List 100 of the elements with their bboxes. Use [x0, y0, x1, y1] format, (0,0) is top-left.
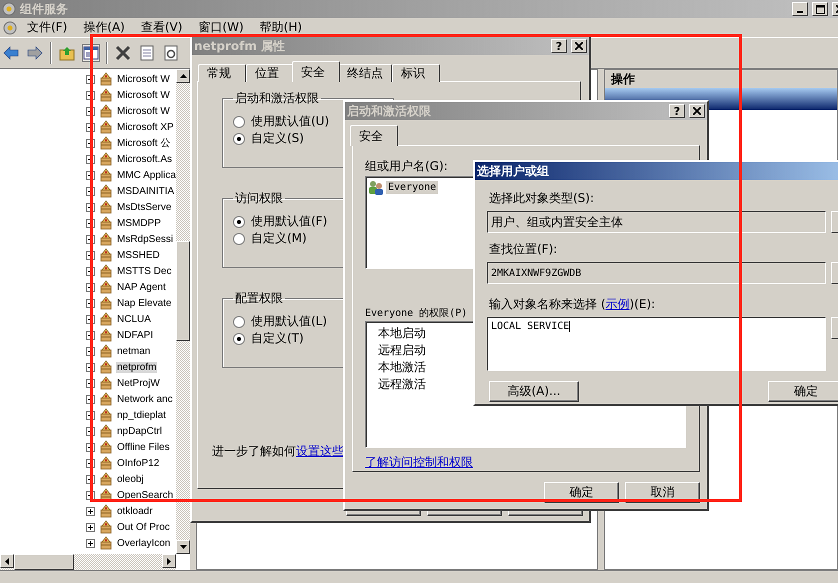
package-icon: [99, 392, 113, 406]
tree-item[interactable]: np_tdieplat: [116, 410, 167, 420]
tree-item[interactable]: netman: [116, 346, 152, 356]
tree-item[interactable]: NetProjW: [116, 378, 161, 388]
tree-item[interactable]: Nap Elevate: [116, 298, 172, 308]
tree-item[interactable]: Offline Files: [116, 442, 171, 452]
expand-icon[interactable]: [86, 538, 95, 548]
menu-item[interactable]: 窗口(W): [191, 19, 251, 36]
tree-item[interactable]: MSSHED: [116, 250, 161, 260]
tree-item[interactable]: NDFAPI: [116, 330, 154, 340]
package-icon: [99, 104, 113, 118]
tab[interactable]: 安全: [292, 61, 340, 82]
package-icon: [99, 152, 113, 166]
tree-item[interactable]: oleobj: [116, 474, 145, 484]
tree-item[interactable]: MSMDPP: [116, 218, 162, 228]
package-icon: [99, 248, 113, 262]
help-button[interactable]: ?: [551, 39, 567, 53]
field-label: 选择此对象类型(S):: [489, 190, 596, 207]
tree-item[interactable]: Out Of Proc: [116, 522, 171, 532]
menu-item[interactable]: 帮助(H): [252, 19, 310, 36]
tree-item[interactable]: MSTTS Dec: [116, 266, 172, 276]
radio-button[interactable]: [233, 316, 245, 328]
tree-item[interactable]: NAP Agent: [116, 282, 167, 292]
tree-item[interactable]: Microsoft W: [116, 106, 171, 116]
menu-item[interactable]: 操作(A): [76, 19, 132, 36]
forward-button[interactable]: [26, 44, 44, 62]
tree-item[interactable]: otkloadr: [116, 506, 154, 516]
tab[interactable]: 安全: [350, 125, 398, 146]
properties-button[interactable]: [138, 44, 156, 62]
object-names-field[interactable]: LOCAL SERVICE: [487, 317, 826, 371]
tree-item[interactable]: MsDtsServe: [116, 202, 172, 212]
tree-item[interactable]: Microsoft W: [116, 74, 171, 84]
tree-item[interactable]: OpenSearch: [116, 490, 174, 500]
radio-button[interactable]: [233, 232, 245, 244]
back-button[interactable]: [2, 44, 20, 62]
vertical-scrollbar[interactable]: [176, 69, 190, 554]
radio-button[interactable]: [233, 132, 245, 144]
tab[interactable]: 常规: [198, 64, 246, 82]
scroll-thumb[interactable]: [176, 241, 190, 341]
package-icon: [99, 88, 113, 102]
up-folder-button[interactable]: [58, 44, 76, 62]
package-icon: [99, 120, 113, 134]
close-button[interactable]: [689, 104, 705, 118]
package-icon: [99, 296, 113, 310]
expand-icon[interactable]: [86, 522, 95, 532]
tree-item[interactable]: MSDAINITIA: [116, 186, 176, 196]
window-title: 组件服务: [20, 0, 69, 18]
package-icon: [99, 408, 113, 422]
field-label: 查找位置(F):: [489, 241, 558, 258]
package-icon: [99, 424, 113, 438]
tab[interactable]: 位置: [246, 64, 294, 82]
group-title: 配置权限: [234, 290, 284, 307]
menu-item[interactable]: 文件(F): [20, 19, 74, 36]
radio-button[interactable]: [233, 116, 245, 128]
tree-item[interactable]: Network anc: [116, 394, 174, 404]
permission-name: 本地激活: [377, 359, 426, 376]
tree-item[interactable]: npDapCtrl: [116, 426, 164, 436]
package-icon: [99, 264, 113, 278]
ok-button[interactable]: 确定: [768, 381, 838, 402]
menu-item[interactable]: 查看(V): [134, 19, 190, 36]
tree-item[interactable]: Microsoft.As: [116, 154, 174, 164]
tree-item[interactable]: MsRdpSessi: [116, 234, 174, 244]
dialog-title: 选择用户或组: [477, 162, 550, 180]
delete-button[interactable]: [114, 44, 132, 62]
radio-button[interactable]: [233, 332, 245, 344]
package-icon: [99, 312, 113, 326]
access-control-link[interactable]: 了解访问控制和权限: [365, 455, 473, 469]
tree-item[interactable]: Microsoft W: [116, 90, 171, 100]
expand-icon[interactable]: [86, 506, 95, 516]
package-icon: [99, 344, 113, 358]
help-button[interactable]: ?: [669, 104, 685, 118]
package-icon: [99, 184, 113, 198]
tree-item[interactable]: MMC Applica: [116, 170, 176, 180]
horizontal-scrollbar[interactable]: [0, 554, 176, 570]
minimize-button[interactable]: [792, 2, 808, 16]
maximize-button[interactable]: [812, 2, 828, 16]
examples-link[interactable]: 示例: [606, 297, 630, 311]
list-item[interactable]: Everyone: [386, 180, 438, 194]
radio-button[interactable]: [233, 216, 245, 228]
scroll-thumb[interactable]: [14, 554, 74, 570]
object-type-field: 用户、组或内置安全主体: [487, 211, 826, 233]
advanced-button[interactable]: 高级(A)...: [489, 381, 579, 402]
field-label: Everyone 的权限(P): [365, 306, 468, 320]
tree-item[interactable]: OInfoP12: [116, 458, 160, 468]
radio-label: 自定义(M): [251, 230, 307, 247]
refresh-button[interactable]: [162, 44, 180, 62]
tree-item[interactable]: netprofm: [116, 362, 158, 372]
field-label: 输入对象名称来选择 (示例)(E):: [489, 296, 656, 313]
tree-item[interactable]: NCLUA: [116, 314, 152, 324]
tree-item[interactable]: OverlayIcon: [116, 538, 172, 548]
pane-header: 操作: [611, 70, 635, 88]
tree-item[interactable]: Microsoft XP: [116, 122, 175, 132]
tab[interactable]: 标识: [392, 64, 440, 82]
package-icon: [99, 360, 113, 374]
scroll-left-icon: [5, 558, 9, 564]
tab[interactable]: 终结点: [338, 64, 392, 82]
close-button[interactable]: [571, 39, 587, 53]
package-icon: [99, 456, 113, 470]
permission-name: 远程启动: [377, 342, 426, 359]
tree-item[interactable]: Microsoft 公: [116, 136, 172, 150]
